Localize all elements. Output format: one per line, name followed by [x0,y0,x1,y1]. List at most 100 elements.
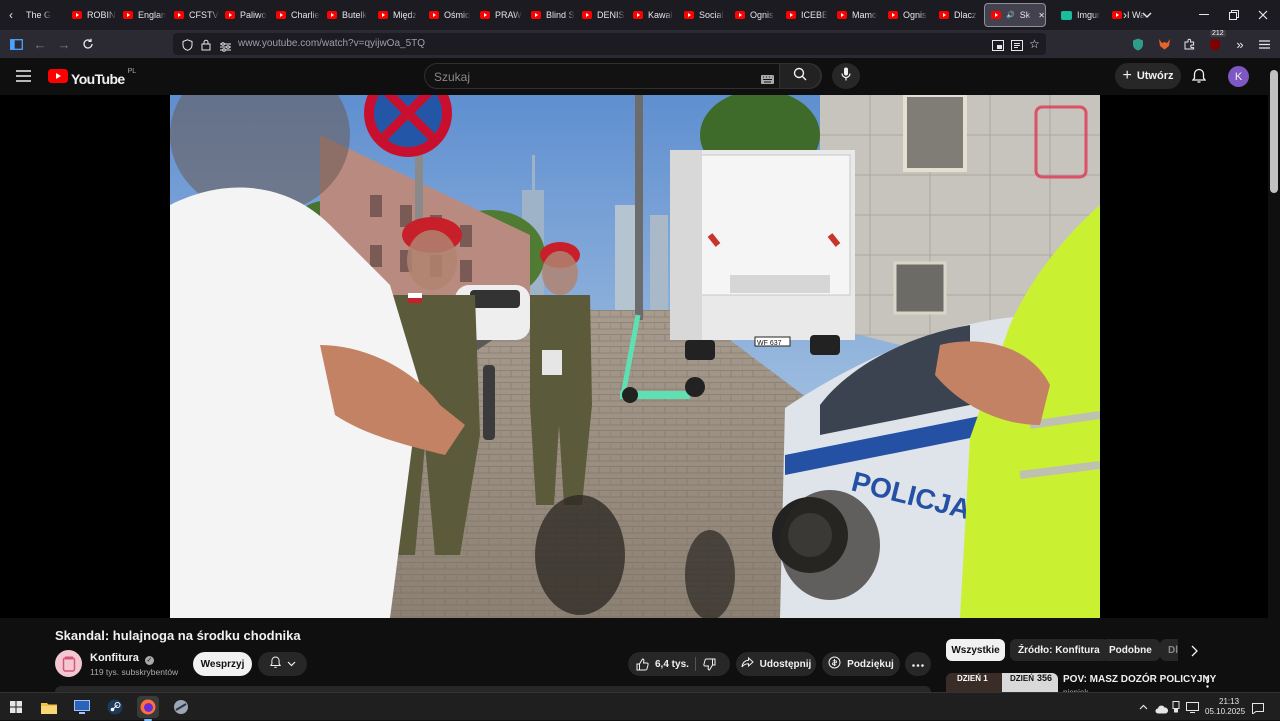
overflow-chevrons-icon[interactable]: » [1231,35,1249,53]
account-avatar[interactable]: K [1228,66,1249,87]
reader-view-icon[interactable] [1011,38,1023,56]
keyboard-icon[interactable] [761,71,774,89]
extension-shield-icon[interactable] [1129,35,1147,53]
extensions-puzzle-icon[interactable] [1181,35,1199,53]
thanks-button[interactable]: Podziękuj [822,652,900,676]
browser-tab[interactable]: Blind S [525,3,576,27]
tab-label: Ośmio [444,10,471,20]
create-button[interactable]: + Utwórz [1115,63,1181,89]
picture-in-picture-icon[interactable] [992,38,1004,56]
youtube-icon [888,11,898,19]
browser-tab[interactable]: CFSTV [168,3,219,27]
like-button[interactable]: 6,4 tys. [636,657,689,671]
chip-for-you[interactable]: Dla [1160,639,1178,661]
steam-icon[interactable] [104,696,126,718]
network-icon[interactable] [1186,700,1199,718]
video-player[interactable]: WF 637 POLICJA [0,95,1268,618]
app-menu-icon[interactable] [1255,35,1273,53]
channel-name[interactable]: Konfitura ✓ [90,652,154,665]
window-restore-icon[interactable] [1225,6,1243,24]
tracking-shield-icon[interactable] [182,38,193,56]
browser-tab[interactable]: Imgur [1055,3,1106,27]
notifications-bell-icon[interactable] [1191,68,1207,89]
chips-next-chevron-icon[interactable] [1190,644,1198,662]
imgur-icon [1061,10,1072,20]
browser-tab[interactable]: Ognis [882,3,933,27]
browser-tab[interactable]: 🔊 Ska ✕ [984,3,1046,27]
browser-tab[interactable]: Ośmio [423,3,474,27]
windows-start-icon[interactable] [5,696,27,718]
back-arrow-icon[interactable]: ← [31,35,49,53]
tray-chevron-up-icon[interactable] [1139,702,1148,712]
youtube-icon [276,11,286,19]
support-button[interactable]: Wesprzyj [193,652,252,676]
super-thanks-icon [828,656,841,672]
browser-tab[interactable]: Ognis [729,3,780,27]
bookmark-star-icon[interactable]: ☆ [1029,37,1040,51]
more-horizontal-icon [912,659,924,670]
extension-fox-icon[interactable] [1155,35,1173,53]
video-frame[interactable]: WF 637 POLICJA [170,95,1100,618]
page-scrollbar[interactable] [1268,58,1280,692]
browser-tab[interactable]: Dlacz [933,3,984,27]
recommended-more-icon[interactable] [1206,675,1209,693]
sidebar-toggle-icon[interactable] [7,35,25,53]
browser-tab[interactable]: Englan [117,3,168,27]
chip-similar[interactable]: Podobne [1101,639,1160,661]
url-bar[interactable]: www.youtube.com/watch?v=qyijwOa_5TQ ☆ [173,33,1046,55]
tab-list-chevron-icon[interactable] [1138,6,1156,24]
browser-tab[interactable]: ROBIN [66,3,117,27]
firefox-taskbar-icon[interactable] [137,696,159,721]
window-minimize-icon[interactable] [1195,6,1213,24]
truck-plate-text: WF 637 [757,340,782,347]
search-button[interactable] [779,63,821,89]
browser-tab[interactable]: DENIS [576,3,627,27]
thumbs-up-icon [636,657,649,670]
subscribe-notification-button[interactable] [258,652,307,676]
tab-close-icon[interactable]: ✕ [1038,11,1045,20]
browser-tab[interactable]: Mamo [831,3,882,27]
youtube-logo[interactable]: YouTube PL [48,68,136,88]
browser-tab[interactable]: Paliwo [219,3,270,27]
browser-tab[interactable]: The G [15,3,66,27]
youtube-icon [735,11,745,19]
app-icon[interactable] [170,696,192,718]
chip-source[interactable]: Źródło: Konfitura [1010,639,1108,661]
voice-search-button[interactable] [832,63,860,89]
browser-tab[interactable]: ICEBE [780,3,831,27]
speaker-icon[interactable]: 🔊 [1006,11,1015,19]
recommended-thumbnail[interactable]: DZIEŃ 1 DZIEŃ 356 [946,673,1058,692]
search-input[interactable]: Szukaj [424,63,822,89]
notification-center-icon[interactable] [1252,701,1264,719]
browser-tab[interactable]: Social [678,3,729,27]
browser-tab[interactable]: Kawał [627,3,678,27]
tab-scroll-right-icon[interactable]: › [1116,6,1134,24]
tab-label: Charlie [291,10,320,20]
channel-avatar[interactable] [55,650,82,677]
ublock-extension-icon[interactable]: 212 [1206,30,1226,53]
tab-label: Międz [393,10,418,20]
browser-tab[interactable]: PRAW [474,3,525,27]
guide-menu-icon[interactable] [16,69,31,87]
file-explorer-icon[interactable] [38,696,60,718]
clock[interactable]: 21:13 05.10.2025 [1205,697,1245,717]
recommended-title[interactable]: POV: MASZ DOZÓR POLICYJNY [1063,674,1216,685]
share-button[interactable]: Udostępnij [736,652,816,676]
usb-device-icon[interactable] [1172,700,1180,718]
chip-all[interactable]: Wszystkie [946,639,1005,661]
window-close-icon[interactable] [1254,6,1272,24]
dislike-button[interactable] [703,658,716,674]
permissions-icon[interactable] [220,39,231,57]
onedrive-cloud-icon[interactable] [1155,701,1169,719]
reload-icon[interactable] [79,35,97,53]
lock-icon[interactable] [201,38,211,56]
remote-desktop-icon[interactable] [71,696,93,718]
youtube-icon [939,11,949,19]
browser-tab[interactable]: Charlie [270,3,321,27]
more-actions-button[interactable] [905,652,931,676]
url-text[interactable]: www.youtube.com/watch?v=qyijwOa_5TQ [238,38,425,49]
browser-tab[interactable]: Butelk [321,3,372,27]
scrollbar-thumb[interactable] [1270,70,1278,193]
forward-arrow-icon[interactable]: → [55,35,73,53]
browser-tab[interactable]: Międz [372,3,423,27]
